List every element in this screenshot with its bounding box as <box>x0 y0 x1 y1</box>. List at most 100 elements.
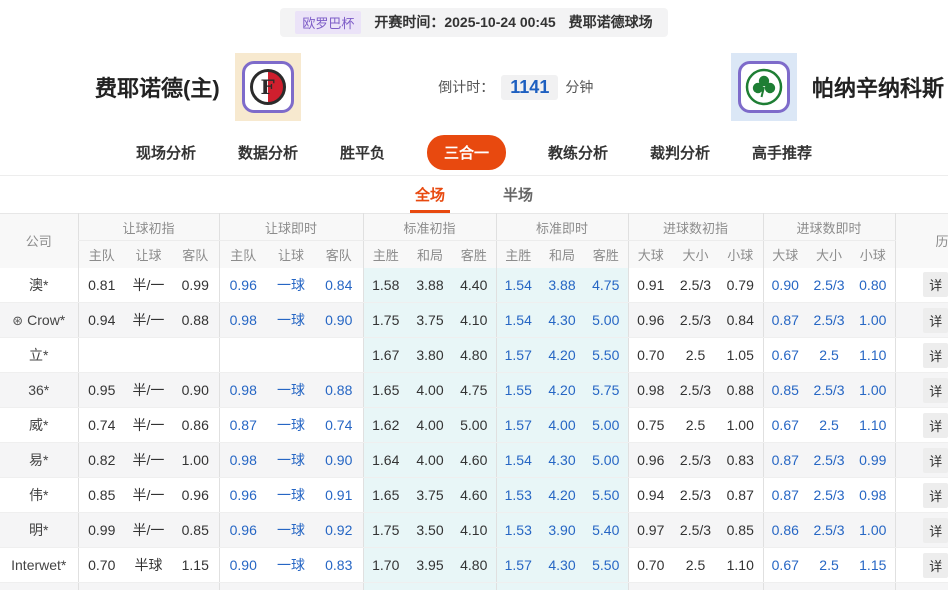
actions-cell: 详统 <box>895 443 948 478</box>
detail-button[interactable]: 详 <box>923 483 948 508</box>
table-row: 威*0.74半/一0.860.87一球0.741.624.005.001.574… <box>0 408 948 443</box>
odds-cell: 1.53 <box>496 513 540 548</box>
table-row: 易*0.82半/一1.000.98一球0.901.644.004.601.544… <box>0 443 948 478</box>
detail-button[interactable]: 详 <box>923 448 948 473</box>
sub-column-header: 主胜 <box>496 241 540 268</box>
nav-tab-5[interactable]: 裁判分析 <box>650 142 710 163</box>
odds-cell: 0.98 <box>219 373 267 408</box>
odds-cell: 1.65 <box>363 478 408 513</box>
odds-cell: 半/一 <box>125 513 172 548</box>
odds-cell: 0.87 <box>763 478 807 513</box>
sub-column-header: 大球 <box>628 241 673 268</box>
company-column-header: 公司 <box>0 214 78 268</box>
odds-cell: 2.5/3 <box>673 478 718 513</box>
odds-cell: 2.5 <box>807 408 851 443</box>
odds-cell: 0.86 <box>763 513 807 548</box>
actions-cell: 详统 <box>895 338 948 373</box>
odds-cell: 2.5/3 <box>673 303 718 338</box>
actions-cell: 详统 <box>895 513 948 548</box>
odds-cell: 1.10 <box>851 408 895 443</box>
odds-cell: 1.54 <box>496 443 540 478</box>
odds-cell: 0.98 <box>628 373 673 408</box>
odds-cell: 4.00 <box>408 408 452 443</box>
odds-cell: 0.90 <box>315 443 363 478</box>
sub-column-header: 让球 <box>125 241 172 268</box>
odds-cell: 0.90 <box>763 268 807 303</box>
odds-cell: 5.00 <box>584 303 628 338</box>
odds-cell: 0.83 <box>718 443 763 478</box>
away-team-name: 帕纳辛纳科斯 <box>812 71 944 103</box>
odds-cell: 4.00 <box>408 373 452 408</box>
odds-cell: 一球 <box>267 373 315 408</box>
odds-cell: 0.85 <box>172 513 219 548</box>
detail-button[interactable]: 详 <box>923 378 948 403</box>
odds-cell: 2.5/3 <box>673 373 718 408</box>
detail-button[interactable]: 详 <box>923 413 948 438</box>
odds-cell: 0.85 <box>718 513 763 548</box>
odds-cell: 0.82 <box>78 443 125 478</box>
odds-cell: 一球 <box>267 513 315 548</box>
odds-cell <box>219 338 267 373</box>
odds-cell <box>363 583 408 590</box>
odds-cell: 1.75 <box>363 303 408 338</box>
group-header: 进球数即时 <box>763 214 895 241</box>
away-team-logo <box>731 53 797 121</box>
nav-tab-4[interactable]: 教练分析 <box>548 142 608 163</box>
odds-cell: 0.67 <box>763 548 807 583</box>
nav-tab-6[interactable]: 高手推荐 <box>752 142 812 163</box>
odds-cell: 0.67 <box>763 408 807 443</box>
nav-tab-1[interactable]: 数据分析 <box>238 142 298 163</box>
odds-cell <box>584 583 628 590</box>
odds-cell: 0.99 <box>78 513 125 548</box>
odds-cell: 0.85 <box>763 373 807 408</box>
nav-tab-2[interactable]: 胜平负 <box>340 142 385 163</box>
odds-cell: 一球 <box>267 548 315 583</box>
odds-cell: 0.95 <box>78 373 125 408</box>
odds-cell: 0.74 <box>78 408 125 443</box>
period-tab-1[interactable]: 半场 <box>498 178 538 213</box>
odds-cell: 1.53 <box>496 478 540 513</box>
period-tab-0[interactable]: 全场 <box>410 178 450 213</box>
nav-tab-3[interactable]: 三合一 <box>427 135 506 170</box>
odds-cell <box>628 583 673 590</box>
detail-button[interactable]: 详 <box>923 308 948 333</box>
sub-column-header: 大球 <box>763 241 807 268</box>
match-header: 费耶诺德(主) F 倒计时： 1141 分钟 <box>0 44 948 130</box>
sub-column-header: 和局 <box>408 241 452 268</box>
detail-button[interactable]: 详 <box>923 272 948 297</box>
table-row: 明*0.99半/一0.850.96一球0.921.753.504.101.533… <box>0 513 948 548</box>
sub-column-header: 客队 <box>172 241 219 268</box>
odds-cell: 一球 <box>267 478 315 513</box>
odds-cell: 1.55 <box>496 373 540 408</box>
group-header: 标准即时 <box>496 214 628 241</box>
detail-button[interactable]: 详 <box>923 553 948 578</box>
odds-cell: 0.99 <box>172 268 219 303</box>
kickoff-time: 开赛时间：2025-10-24 00:45 <box>374 12 555 32</box>
sub-column-header: 主队 <box>78 241 125 268</box>
odds-cell: 2.5 <box>673 408 718 443</box>
league-badge[interactable]: 欧罗巴杯 <box>295 11 361 34</box>
home-team-logo: F <box>235 53 301 121</box>
odds-cell: 4.20 <box>540 338 584 373</box>
home-team-name: 费耶诺德(主) <box>95 71 220 103</box>
sub-column-header: 客队 <box>315 241 363 268</box>
countdown-unit: 分钟 <box>565 77 593 97</box>
detail-button[interactable]: 详 <box>923 518 948 543</box>
odds-cell <box>540 583 584 590</box>
company-cell: 36* <box>0 373 78 408</box>
odds-comparison-page: 欧罗巴杯 开赛时间：2025-10-24 00:45 费耶诺德球场 费耶诺德(主… <box>0 0 948 590</box>
odds-cell <box>78 338 125 373</box>
company-name: 伟* <box>29 487 48 503</box>
odds-cell: 3.88 <box>540 268 584 303</box>
odds-cell: 4.60 <box>452 478 496 513</box>
odds-cell: 0.74 <box>315 408 363 443</box>
odds-cell: 3.95 <box>408 548 452 583</box>
odds-cell: 5.50 <box>584 548 628 583</box>
ball-icon: ⊛ <box>12 313 23 328</box>
detail-button[interactable]: 详 <box>923 343 948 368</box>
odds-cell: 0.90 <box>315 303 363 338</box>
odds-cell <box>895 583 948 590</box>
odds-cell: 0.86 <box>172 408 219 443</box>
sub-column-header: 客胜 <box>452 241 496 268</box>
nav-tab-0[interactable]: 现场分析 <box>136 142 196 163</box>
